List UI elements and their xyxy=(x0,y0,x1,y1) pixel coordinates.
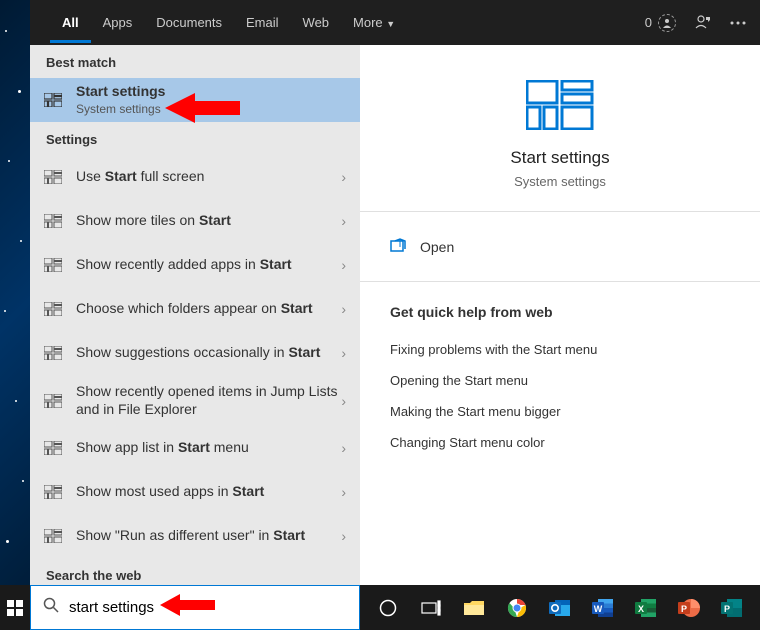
chevron-right-icon: › xyxy=(341,440,346,456)
result-label: Show more tiles on Start xyxy=(76,212,341,230)
tab-more[interactable]: More ▼ xyxy=(341,2,407,43)
preview-pane: Start settings System settings Open Get … xyxy=(360,45,760,585)
taskbar-word[interactable]: W xyxy=(584,585,623,630)
profile-icon xyxy=(658,14,676,32)
settings-result[interactable]: Use Start full screen › xyxy=(30,155,360,199)
help-heading: Get quick help from web xyxy=(390,304,730,320)
start-tiles-icon xyxy=(44,302,64,316)
start-button[interactable] xyxy=(0,585,30,630)
chevron-right-icon: › xyxy=(341,484,346,500)
tab-email[interactable]: Email xyxy=(234,2,291,43)
settings-result[interactable]: Show recently opened items in Jump Lists… xyxy=(30,375,360,426)
chevron-right-icon: › xyxy=(341,213,346,229)
result-label: Choose which folders appear on Start xyxy=(76,300,341,318)
settings-result[interactable]: Show "Run as different user" in Start › xyxy=(30,514,360,558)
chevron-right-icon: › xyxy=(341,393,346,409)
svg-text:W: W xyxy=(594,604,603,614)
settings-result[interactable]: Show most used apps in Start › xyxy=(30,470,360,514)
start-tiles-icon xyxy=(390,80,730,130)
svg-text:X: X xyxy=(638,604,644,614)
annotation-arrow xyxy=(160,590,220,620)
rewards-count[interactable]: 0 xyxy=(645,14,676,32)
search-filter-tabs: All Apps Documents Email Web More ▼ 0 xyxy=(30,0,760,45)
section-best-match: Best match xyxy=(30,45,360,78)
taskbar-file-explorer[interactable] xyxy=(454,585,493,630)
start-tiles-icon xyxy=(44,214,64,228)
feedback-icon[interactable] xyxy=(694,14,712,32)
task-view-button[interactable] xyxy=(411,585,450,630)
open-icon xyxy=(390,238,406,255)
preview-subtitle: System settings xyxy=(390,174,730,189)
preview-title: Start settings xyxy=(390,148,730,168)
help-link[interactable]: Fixing problems with the Start menu xyxy=(390,334,730,365)
chevron-right-icon: › xyxy=(341,528,346,544)
help-link[interactable]: Making the Start menu bigger xyxy=(390,396,730,427)
chevron-right-icon: › xyxy=(341,257,346,273)
search-icon xyxy=(43,597,59,618)
taskbar-outlook[interactable] xyxy=(540,585,579,630)
result-label: Show app list in Start menu xyxy=(76,439,341,457)
start-tiles-icon xyxy=(44,529,64,543)
taskbar: W X P P xyxy=(360,585,760,630)
more-options-icon[interactable] xyxy=(730,21,746,25)
tab-web[interactable]: Web xyxy=(291,2,342,43)
settings-result[interactable]: Show app list in Start menu › xyxy=(30,426,360,470)
start-tiles-icon xyxy=(44,394,64,408)
result-label: Show recently opened items in Jump Lists… xyxy=(76,383,341,418)
start-tiles-icon xyxy=(44,346,64,360)
svg-text:P: P xyxy=(724,604,730,614)
cortana-button[interactable] xyxy=(368,585,407,630)
result-label: Use Start full screen xyxy=(76,168,341,186)
result-label: Show recently added apps in Start xyxy=(76,256,341,274)
section-search-web: Search the web xyxy=(30,558,360,585)
svg-text:P: P xyxy=(681,604,687,614)
taskbar-powerpoint[interactable]: P xyxy=(670,585,709,630)
start-settings-icon xyxy=(44,93,64,107)
chevron-right-icon: › xyxy=(341,301,346,317)
chevron-right-icon: › xyxy=(341,169,346,185)
tab-apps[interactable]: Apps xyxy=(91,2,145,43)
taskbar-excel[interactable]: X xyxy=(627,585,666,630)
settings-result[interactable]: Show recently added apps in Start › xyxy=(30,243,360,287)
open-button[interactable]: Open xyxy=(390,234,730,259)
start-tiles-icon xyxy=(44,485,64,499)
settings-result[interactable]: Show more tiles on Start › xyxy=(30,199,360,243)
settings-result[interactable]: Show suggestions occasionally in Start › xyxy=(30,331,360,375)
taskbar-chrome[interactable] xyxy=(497,585,536,630)
help-link[interactable]: Changing Start menu color xyxy=(390,427,730,458)
settings-result[interactable]: Choose which folders appear on Start › xyxy=(30,287,360,331)
help-link[interactable]: Opening the Start menu xyxy=(390,365,730,396)
start-tiles-icon xyxy=(44,258,64,272)
taskbar-publisher[interactable]: P xyxy=(713,585,752,630)
result-label: Show "Run as different user" in Start xyxy=(76,527,341,545)
tab-documents[interactable]: Documents xyxy=(144,2,234,43)
annotation-arrow xyxy=(165,88,245,148)
start-tiles-icon xyxy=(44,441,64,455)
start-tiles-icon xyxy=(44,170,64,184)
result-label: Show most used apps in Start xyxy=(76,483,341,501)
tab-all[interactable]: All xyxy=(50,2,91,43)
result-label: Show suggestions occasionally in Start xyxy=(76,344,341,362)
chevron-right-icon: › xyxy=(341,345,346,361)
